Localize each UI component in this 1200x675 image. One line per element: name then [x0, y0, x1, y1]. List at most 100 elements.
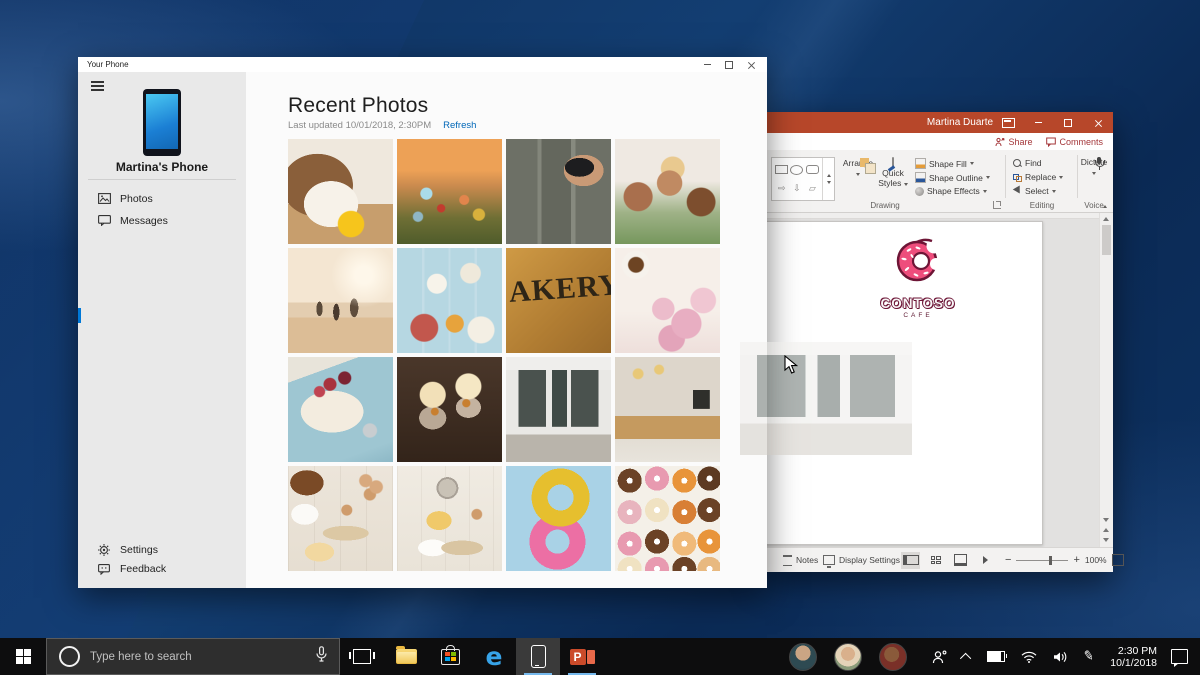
ribbon-display-options-button[interactable] [993, 112, 1023, 133]
volume-status[interactable] [1053, 651, 1067, 663]
collapse-ribbon-icon[interactable] [1103, 205, 1107, 208]
photo-bakery-sign[interactable]: AKERY [506, 248, 611, 353]
oval-shape-icon[interactable] [790, 165, 803, 175]
rectangle-shape-icon[interactable] [775, 165, 788, 174]
task-view-button[interactable] [340, 638, 384, 675]
photo-cafe-storefront[interactable] [506, 357, 611, 462]
zoom-slider-thumb[interactable] [1049, 556, 1052, 565]
edge-button[interactable]: e [472, 638, 516, 675]
photo-baking-flatlay-eggs[interactable] [288, 466, 393, 571]
photo-cafe-interior[interactable] [615, 357, 720, 462]
refresh-link[interactable]: Refresh [443, 120, 476, 131]
zoom-out-button[interactable]: − [1005, 554, 1011, 566]
share-button[interactable]: Share [995, 137, 1032, 147]
comments-button[interactable]: Comments [1046, 137, 1103, 147]
zoom-level[interactable]: 100% [1085, 555, 1107, 565]
photo-sandals-on-cobblestones[interactable] [506, 139, 611, 244]
photo-caramel-cupcakes[interactable] [397, 357, 502, 462]
photo-family-beach-toy-plane[interactable] [288, 248, 393, 353]
zoom-slider[interactable] [1016, 560, 1068, 561]
contoso-logo[interactable]: CONTOSO CAFE [856, 235, 980, 319]
last-updated-text: Last updated 10/01/2018, 2:30PM [288, 120, 431, 131]
sidebar-item-photos[interactable]: Photos [78, 189, 246, 208]
right-arrow-shape-icon[interactable]: ⇨ [778, 184, 786, 193]
quick-styles-button[interactable]: Quick Styles [877, 158, 909, 188]
people-avatar-2[interactable] [834, 643, 862, 671]
shapes-gallery[interactable]: ⇨ ⇩ ▱ [771, 157, 835, 201]
drawing-dialog-launcher[interactable] [993, 201, 1001, 209]
scroll-down-icon[interactable] [1103, 518, 1109, 522]
photo-berry-cheesecake[interactable] [288, 357, 393, 462]
microsoft-store-button[interactable] [428, 638, 472, 675]
logo-title: CONTOSO [856, 296, 980, 311]
photo-two-donuts-on-blue[interactable] [506, 466, 611, 571]
sidebar-item-feedback[interactable]: Feedback [78, 560, 246, 578]
your-phone-titlebar[interactable]: Your Phone [78, 57, 767, 72]
photo-dog-with-yellow-ball[interactable] [288, 139, 393, 244]
wifi-status[interactable] [1021, 651, 1037, 663]
down-arrow-shape-icon[interactable]: ⇩ [793, 184, 801, 193]
minimize-button[interactable] [699, 59, 715, 70]
action-center-button[interactable] [1171, 649, 1188, 664]
slideshow-button[interactable] [976, 552, 995, 569]
photo-baking-utensils-flour[interactable] [397, 466, 502, 571]
shape-fill-button[interactable]: Shape Fill [915, 158, 974, 169]
arrange-button[interactable]: Arrange [841, 158, 875, 178]
scrollbar-thumb[interactable] [1102, 225, 1111, 255]
select-icon [1013, 187, 1022, 196]
group-separator [1077, 155, 1078, 198]
dictate-button[interactable]: Dictate [1079, 157, 1109, 177]
shapes-gallery-scroll[interactable] [822, 158, 834, 200]
maximize-button[interactable] [1053, 112, 1083, 133]
people-avatar-3[interactable] [879, 643, 907, 671]
find-button[interactable]: Find [1013, 158, 1042, 168]
powerpoint-titlebar[interactable]: Martina Duarte [765, 112, 1113, 133]
shape-outline-button[interactable]: Shape Outline [915, 172, 990, 183]
dropdown-arrow-icon [983, 190, 987, 193]
maximize-button[interactable] [721, 59, 737, 70]
taskbar-search-box[interactable]: Type here to search [46, 638, 340, 675]
scroll-up-icon[interactable] [1103, 217, 1109, 221]
notes-button[interactable]: Notes [783, 548, 818, 572]
photo-family-selfie[interactable] [615, 139, 720, 244]
hidden-icons-chevron[interactable] [963, 653, 971, 661]
previous-slide-icon[interactable] [1103, 528, 1109, 532]
photo-assorted-donuts[interactable] [615, 466, 720, 571]
reading-view-button[interactable] [951, 552, 970, 569]
page-title: Recent Photos [288, 94, 428, 118]
sidebar-item-messages[interactable]: Messages [78, 211, 246, 230]
replace-button[interactable]: Replace [1013, 172, 1063, 182]
photo-wildflower-field-sunset[interactable] [397, 139, 502, 244]
zoom-in-button[interactable]: + [1073, 554, 1079, 566]
rounded-rectangle-shape-icon[interactable] [806, 165, 819, 174]
powerpoint-taskbar-button[interactable]: P [560, 638, 604, 675]
your-phone-taskbar-button[interactable] [516, 638, 560, 675]
vertical-scrollbar[interactable] [1099, 213, 1113, 548]
account-name[interactable]: Martina Duarte [915, 117, 1005, 128]
search-microphone-icon[interactable] [316, 646, 327, 667]
select-button[interactable]: Select [1013, 186, 1056, 196]
minimize-button[interactable] [1023, 112, 1053, 133]
file-explorer-button[interactable] [384, 638, 428, 675]
sidebar-item-settings[interactable]: Settings [78, 541, 246, 559]
start-button[interactable] [0, 638, 46, 675]
battery-status[interactable] [987, 651, 1005, 662]
close-button[interactable] [1083, 112, 1113, 133]
windows-ink-button[interactable]: ✎ [1083, 649, 1094, 664]
slide-sorter-view-button[interactable] [926, 552, 945, 569]
people-avatar-1[interactable] [789, 643, 817, 671]
mouse-cursor [784, 355, 798, 375]
fit-slide-to-window-button[interactable] [1112, 554, 1124, 566]
display-settings-button[interactable]: Display Settings [823, 548, 900, 572]
photo-baking-ingredients-blue-table[interactable] [397, 248, 502, 353]
freeform-shape-icon[interactable]: ▱ [809, 184, 816, 193]
shape-effects-button[interactable]: Shape Effects [915, 186, 987, 196]
close-button[interactable] [743, 59, 759, 70]
normal-view-button[interactable] [901, 552, 920, 569]
next-slide-icon[interactable] [1103, 538, 1109, 542]
people-bar-button[interactable] [932, 650, 947, 664]
taskbar-clock[interactable]: 2:30 PM 10/1/2018 [1110, 645, 1157, 669]
hamburger-menu-button[interactable] [91, 81, 104, 93]
photo-pink-meringues-and-coffee[interactable] [615, 248, 720, 353]
dropdown-arrow-icon [904, 183, 908, 186]
